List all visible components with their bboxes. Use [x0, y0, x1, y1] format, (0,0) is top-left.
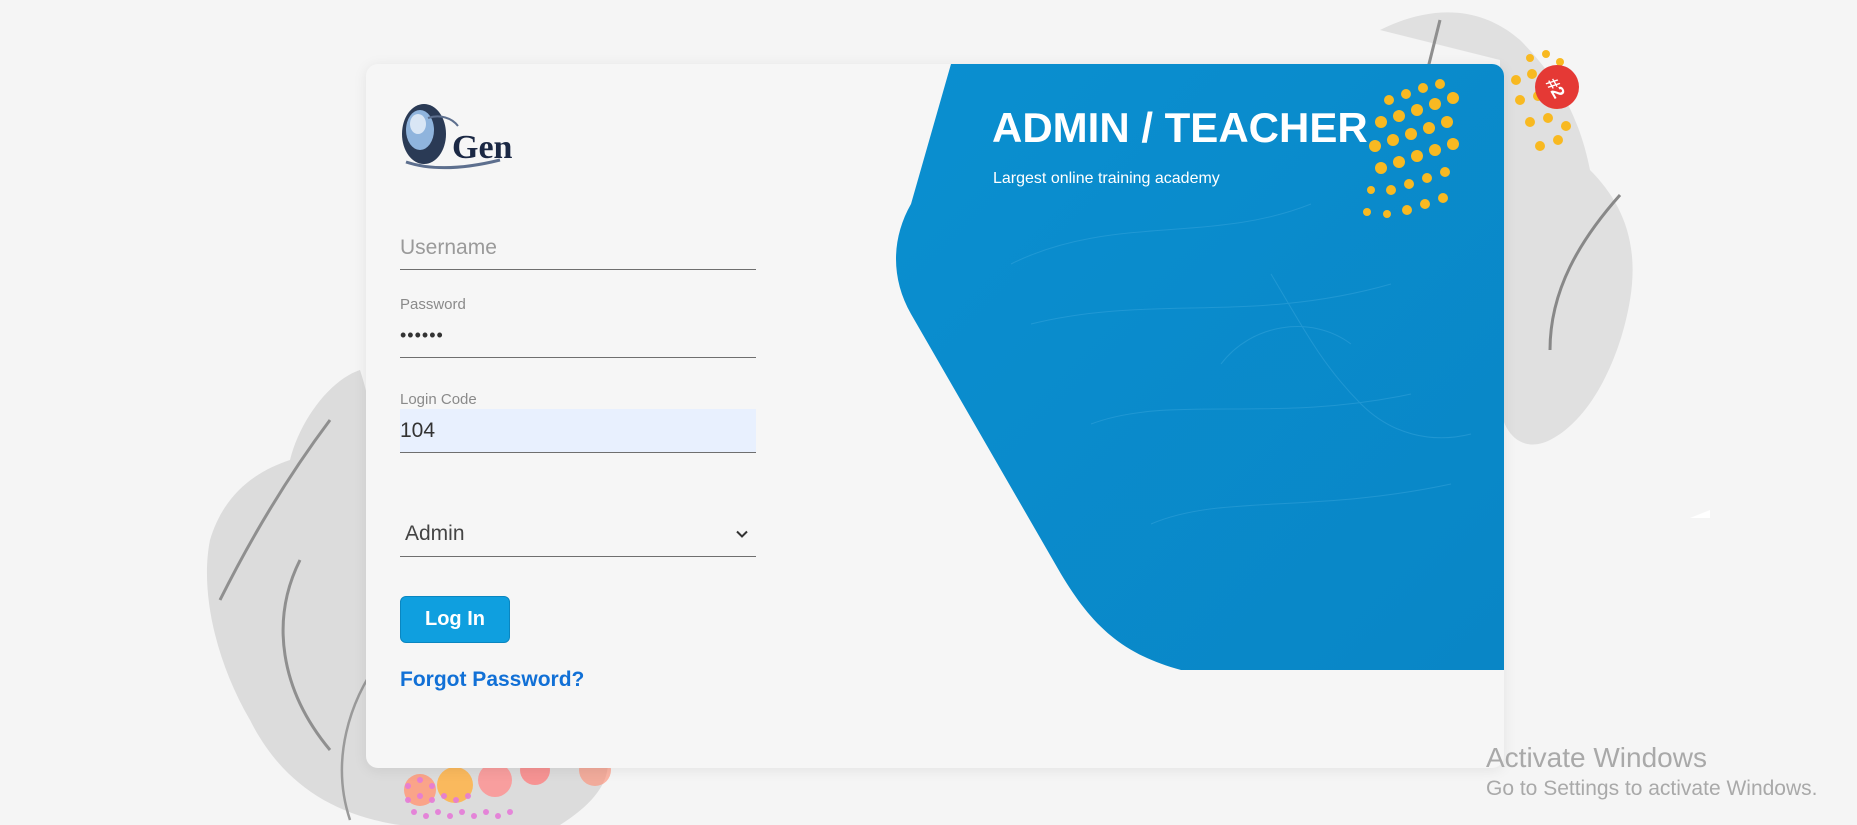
- role-select-value: Admin: [405, 521, 465, 545]
- password-input[interactable]: [400, 314, 756, 358]
- egen-logo: Gen: [402, 104, 513, 170]
- login-code-field-group: Login Code: [400, 391, 756, 453]
- forgot-password-link[interactable]: Forgot Password?: [400, 668, 584, 692]
- watermark-subtitle: Go to Settings to activate Windows.: [1486, 777, 1818, 800]
- hero-subtitle: Largest online training academy: [993, 170, 1220, 187]
- login-code-input[interactable]: [400, 409, 756, 453]
- login-code-label: Login Code: [400, 391, 477, 408]
- svg-text:Gen: Gen: [452, 129, 513, 166]
- login-button[interactable]: Log In: [400, 596, 510, 643]
- chevron-down-icon: [736, 530, 748, 538]
- username-field-group: [400, 226, 756, 270]
- hero-title: ADMIN / TEACHER: [992, 104, 1368, 151]
- login-card: Gen Password Login Code Admin Log In For…: [366, 64, 1504, 768]
- hero-image: [896, 64, 1504, 670]
- password-label: Password: [400, 296, 466, 313]
- password-field-group: Password: [400, 296, 756, 358]
- role-select[interactable]: Admin: [400, 511, 756, 557]
- activate-windows-watermark: Activate Windows Go to Settings to activ…: [1486, 741, 1818, 803]
- username-input[interactable]: [400, 226, 756, 270]
- watermark-title: Activate Windows: [1486, 742, 1707, 773]
- login-page: #2 Gen Password Login Code: [0, 0, 1857, 825]
